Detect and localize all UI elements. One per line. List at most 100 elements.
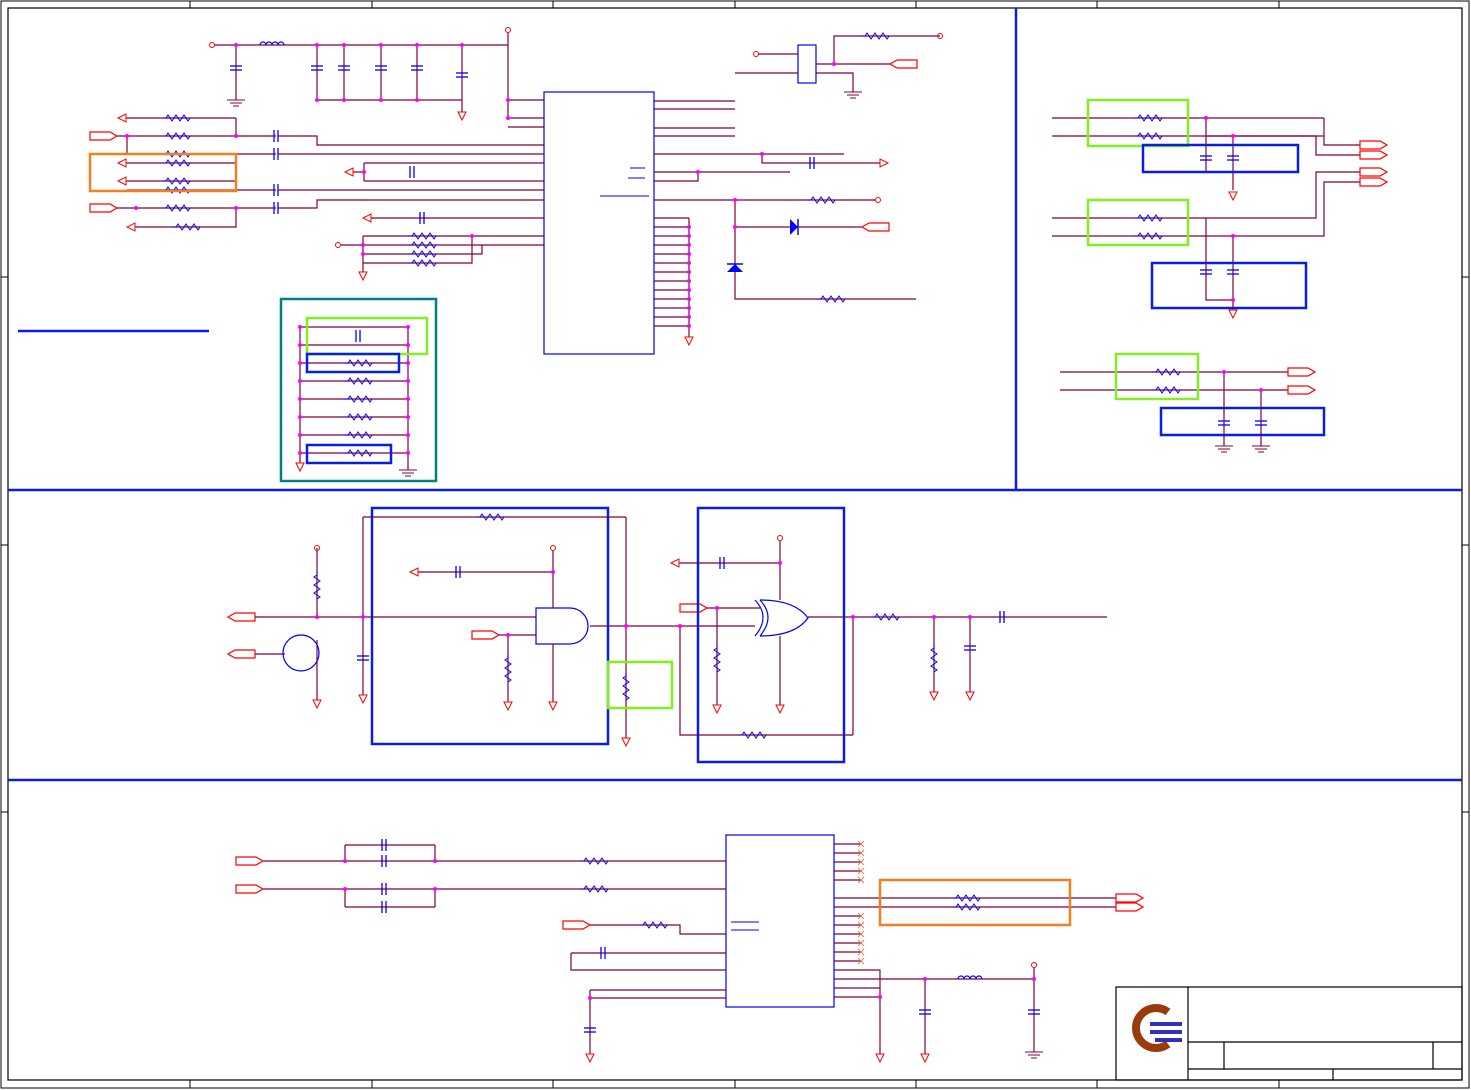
junction-dot (760, 152, 764, 156)
offpage-connector (679, 603, 709, 613)
junction-dot (687, 252, 691, 256)
power-terminal-icon (753, 51, 759, 57)
highlight-box-blue (305, 443, 393, 465)
ground-arrow-icon (548, 701, 558, 712)
junction-dot (687, 243, 691, 247)
junction-dot (406, 451, 410, 455)
wire (816, 72, 854, 92)
junction-dot (298, 361, 302, 365)
wire (1205, 218, 1233, 301)
junction-dot (687, 288, 691, 292)
offpage-connector (89, 203, 119, 213)
wire (126, 136, 276, 155)
junction-dot (315, 98, 319, 102)
junction-dot (687, 297, 691, 301)
offpage-connector (1287, 385, 1317, 395)
ground-arrow-icon (457, 111, 467, 122)
wire (278, 199, 544, 209)
offpage-connector (1115, 893, 1145, 903)
junction-dot (1222, 370, 1226, 374)
junction-dot (687, 270, 691, 274)
junction-dot (406, 325, 410, 329)
junction-dot (433, 859, 437, 863)
junction-dot (415, 43, 419, 47)
junction-dot (624, 624, 628, 628)
junction-dot (298, 343, 302, 347)
ground-arrow-icon (929, 691, 939, 702)
offpage-connector (888, 59, 918, 69)
schematic-canvas (0, 0, 1470, 1089)
highlight-box-green (606, 660, 674, 710)
junction-dot (406, 379, 410, 383)
junction-dot (687, 315, 691, 319)
power-terminal-icon (875, 197, 881, 203)
junction-dot (1259, 388, 1263, 392)
drawing-frame (7, 7, 1463, 1081)
wire (1206, 171, 1360, 219)
wire (1206, 181, 1360, 237)
ground-arrow-icon (621, 737, 631, 748)
junction-dot (733, 225, 737, 229)
wire (679, 626, 853, 736)
offpage-connector (1359, 167, 1389, 177)
diode-symbol (790, 219, 798, 235)
offpage-connector (1359, 150, 1389, 160)
ground-icon (844, 91, 862, 99)
offpage-connector (471, 630, 501, 640)
junction-dot (379, 98, 383, 102)
junction-dot (851, 615, 855, 619)
junction-dot (506, 116, 510, 120)
junction-dot (234, 206, 238, 210)
ground-icon (1025, 1051, 1043, 1059)
signal-arrow-icon (361, 213, 372, 223)
wire (734, 200, 916, 300)
junction-dot (315, 615, 319, 619)
power-terminal-icon (209, 42, 215, 48)
offpage-connector (1359, 177, 1389, 187)
highlight-box-teal (279, 297, 438, 483)
xor-gate-symbol (754, 599, 809, 637)
junction-dot (932, 615, 936, 619)
signal-arrow-icon (408, 567, 419, 577)
outer-border (0, 0, 1470, 1089)
junction-dot (778, 561, 782, 565)
highlight-box-green (1086, 98, 1190, 148)
highlight-box-blue (1141, 143, 1300, 174)
junction-dot (379, 43, 383, 47)
highlight-box-blue (370, 506, 610, 746)
junction-dot (298, 379, 302, 383)
junction-dot (406, 433, 410, 437)
offpage-connector (226, 612, 256, 622)
signal-arrow-icon (669, 558, 680, 568)
power-terminal-icon (505, 27, 511, 33)
junction-dot (878, 995, 882, 999)
junction-dot (687, 234, 691, 238)
ground-arrow-icon (358, 694, 368, 705)
junction-dot (234, 134, 238, 138)
junction-dot (715, 606, 719, 610)
ground-arrow-icon (920, 1053, 930, 1064)
junction-dot (687, 324, 691, 328)
diode-symbol (727, 264, 743, 272)
ic-chip (725, 834, 835, 1008)
junction-dot (687, 306, 691, 310)
junction-dot (234, 43, 238, 47)
junction-dot (415, 98, 419, 102)
junction-dot (134, 206, 138, 210)
offpage-connector (235, 856, 265, 866)
ground-arrow-icon (312, 699, 322, 710)
junction-dot (298, 433, 302, 437)
capacitor-symbol (409, 166, 415, 178)
signal-arrow-icon (116, 176, 127, 186)
junction-dot (315, 43, 319, 47)
wire (833, 35, 940, 64)
junction-dot (298, 397, 302, 401)
junction-dot (968, 615, 972, 619)
junction-dot (470, 234, 474, 238)
highlight-box-orange (88, 152, 238, 193)
wire (1323, 118, 1360, 146)
wires (117, 33, 1360, 1054)
junction-dot (832, 62, 836, 66)
junction-dot (406, 343, 410, 347)
junction-dot (460, 43, 464, 47)
